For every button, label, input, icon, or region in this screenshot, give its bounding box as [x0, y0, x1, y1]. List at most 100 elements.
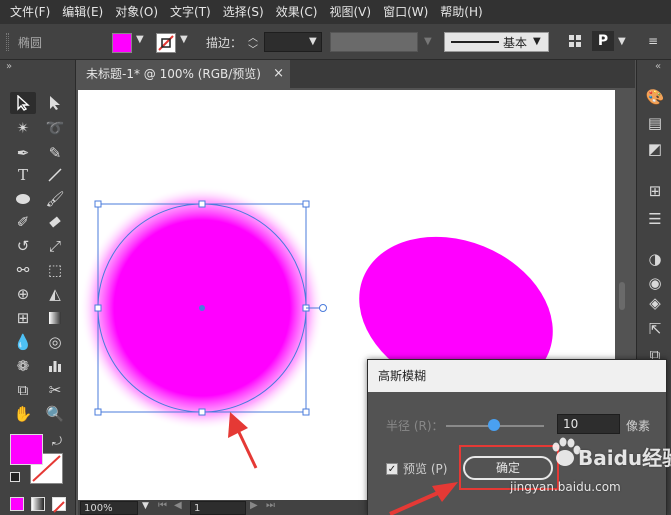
default-colors-icon[interactable]	[10, 472, 20, 482]
slice-tool-icon[interactable]: ✂	[42, 379, 68, 401]
chevron-down-icon: ▼	[424, 36, 432, 47]
close-icon[interactable]: ×	[273, 60, 284, 88]
document-tab[interactable]: 未标题-1* @ 100% (RGB/预览) ×	[78, 60, 290, 88]
export-icon[interactable]: ⇱	[644, 318, 666, 340]
blend-tool-icon[interactable]: ◎	[42, 331, 68, 353]
eyedropper-tool-icon[interactable]: 💧	[10, 331, 36, 353]
preview-checkbox[interactable]: ✓	[386, 463, 398, 475]
gradient-tool-icon[interactable]	[42, 307, 68, 329]
menu-file[interactable]: 文件(F)	[4, 0, 56, 24]
magic-wand-tool-icon[interactable]: ✴	[10, 117, 36, 139]
no-stroke-icon	[158, 35, 174, 51]
fill-color-box-front[interactable]	[10, 434, 43, 465]
lasso-tool-icon[interactable]: ➰	[42, 117, 68, 139]
artboard-tool-icon[interactable]: ⧉	[10, 379, 36, 401]
grip-handle[interactable]	[6, 33, 9, 51]
scale-tool-icon[interactable]: ⤢	[42, 235, 68, 257]
zoom-tool-icon[interactable]: 🔍	[42, 403, 68, 425]
type-tool-icon[interactable]: T	[10, 164, 36, 186]
none-mode-button[interactable]	[52, 497, 66, 513]
menu-edit[interactable]: 编辑(E)	[56, 0, 109, 24]
selection-tool-icon[interactable]	[10, 92, 36, 114]
menu-effect[interactable]: 效果(C)	[270, 0, 324, 24]
transparency-icon[interactable]: ◑	[644, 248, 666, 270]
pen-tool-icon[interactable]: ✒	[10, 142, 36, 164]
panel-scrollbar[interactable]	[619, 282, 625, 310]
color-guide-icon[interactable]: ▤	[644, 112, 666, 134]
radius-input[interactable]: 10	[557, 414, 620, 434]
isolation-mode-icon[interactable]: P	[592, 31, 614, 51]
collapse-icon[interactable]: «	[655, 61, 661, 72]
shape-builder-tool-icon[interactable]: ⊕	[10, 283, 36, 305]
baidu-paw-logo	[552, 437, 581, 466]
baidu-watermark: Baidu经验 jingyan.baidu.com	[510, 432, 671, 502]
width-tool-icon[interactable]: ⚯	[10, 259, 36, 281]
preview-label: 预览 (P)	[403, 462, 448, 476]
menu-type[interactable]: 文字(T)	[164, 0, 217, 24]
live-corner-widget[interactable]	[319, 304, 327, 312]
menu-help[interactable]: 帮助(H)	[434, 0, 488, 24]
mesh-tool-icon[interactable]: ⊞	[10, 307, 36, 329]
center-point	[199, 305, 205, 311]
eraser-tool-icon[interactable]	[42, 211, 68, 233]
paintbrush-tool-icon[interactable]: 🖌	[42, 188, 68, 210]
document-tab-title: 未标题-1* @ 100% (RGB/预览)	[86, 67, 261, 81]
stroke-weight-stepper[interactable]: ︿ ﹀	[246, 32, 262, 56]
prev-page-icon[interactable]: ◀	[174, 500, 182, 511]
chevron-down-icon[interactable]: ▼	[180, 34, 188, 45]
fill-swatch[interactable]	[112, 33, 132, 53]
free-transform-tool-icon[interactable]: ⬚	[42, 259, 68, 281]
menu-bar: 文件(F) 编辑(E) 对象(O) 文字(T) 选择(S) 效果(C) 视图(V…	[0, 0, 671, 24]
radius-slider-thumb[interactable]	[488, 419, 500, 431]
layers-icon[interactable]: ◈	[644, 292, 666, 314]
watermark-brand: Baidu经验	[578, 446, 671, 470]
menu-object[interactable]: 对象(O)	[109, 0, 164, 24]
last-page-icon[interactable]: ⏭	[266, 500, 275, 511]
brush-stroke-line	[451, 41, 499, 43]
hand-tool-icon[interactable]: ✋	[10, 403, 36, 425]
zoom-level-field[interactable]: 100%	[80, 501, 138, 515]
gradient-mode-button[interactable]	[31, 497, 45, 511]
menu-lines-icon[interactable]: ≡	[648, 34, 658, 48]
stroke-label: 描边：	[206, 36, 243, 50]
page-number-field[interactable]: 1	[190, 501, 246, 515]
chevron-down-icon[interactable]: ▼	[142, 501, 149, 511]
swap-colors-icon[interactable]: ⤾	[52, 434, 62, 449]
stroke-panel-icon[interactable]: ☰	[644, 208, 666, 230]
watermark-url: jingyan.baidu.com	[510, 480, 621, 494]
line-segment-tool-icon[interactable]	[42, 164, 68, 186]
collapse-icon[interactable]: »	[6, 61, 12, 72]
brush-label: 基本	[503, 36, 528, 50]
perspective-grid-tool-icon[interactable]: ◭	[42, 283, 68, 305]
variable-width-profile[interactable]	[330, 32, 418, 52]
first-page-icon[interactable]: ⏮	[158, 500, 167, 511]
red-arrow-annotation	[389, 482, 458, 515]
brush-definition-dropdown[interactable]: 基本 ▼	[444, 32, 549, 52]
control-bar: 椭圆 ▼ ▼ 描边： ︿ ﹀ ▼ ▼ 基本 ▼ P ▼ ≡	[0, 24, 671, 60]
color-mode-button[interactable]	[10, 497, 24, 511]
stroke-swatch[interactable]	[156, 33, 176, 53]
menu-select[interactable]: 选择(S)	[217, 0, 270, 24]
blob-brush-tool-icon[interactable]: ✐	[10, 211, 36, 233]
direct-selection-tool-icon[interactable]	[42, 92, 68, 114]
brushes-icon[interactable]: ⊞	[644, 180, 666, 202]
chevron-down-icon[interactable]: ▼	[618, 36, 626, 47]
chevron-down-icon: ▼	[533, 36, 541, 47]
symbols-icon[interactable]: ◉	[644, 272, 666, 294]
tools-panel: » ✴ ➰ ✒ ✎ T 🖌 ✐ ↺ ⤢ ⚯ ⬚ ⊕ ◭ ⊞ 💧 ◎ ❁ ⧉ ✂ …	[0, 60, 76, 515]
curvature-tool-icon[interactable]: ✎	[42, 142, 68, 164]
next-page-icon[interactable]: ▶	[250, 500, 258, 511]
symbol-sprayer-tool-icon[interactable]: ❁	[10, 355, 36, 377]
column-graph-tool-icon[interactable]	[42, 355, 68, 377]
color-panel-icon[interactable]: 🎨	[644, 86, 666, 108]
align-icon[interactable]	[568, 33, 582, 47]
menu-window[interactable]: 窗口(W)	[377, 0, 434, 24]
chevron-down-icon[interactable]: ▼	[309, 36, 317, 47]
ellipse-tool-icon[interactable]	[10, 188, 36, 210]
swatches-icon[interactable]: ◩	[644, 138, 666, 160]
radius-label: 半径 (R)：	[386, 419, 444, 433]
chevron-down-icon[interactable]: ▼	[136, 34, 144, 45]
stepper-down-icon[interactable]: ﹀	[248, 41, 258, 56]
menu-view[interactable]: 视图(V)	[323, 0, 377, 24]
rotate-tool-icon[interactable]: ↺	[10, 235, 36, 257]
